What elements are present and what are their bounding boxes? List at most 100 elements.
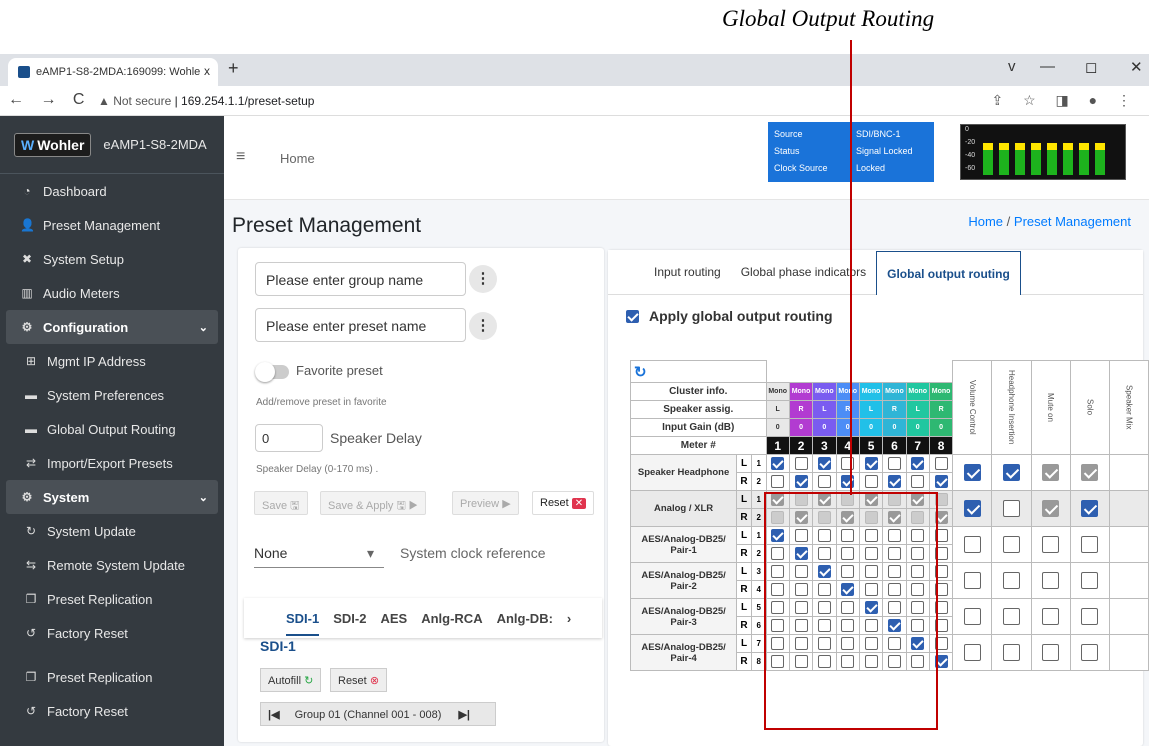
side-checkbox[interactable] (1003, 500, 1021, 517)
route-cell[interactable] (788, 598, 814, 617)
hamburger-icon[interactable]: ≡ (236, 148, 245, 166)
route-checkbox[interactable] (817, 565, 831, 578)
route-cell[interactable] (882, 454, 907, 473)
route-cell[interactable] (905, 598, 930, 617)
route-checkbox[interactable] (934, 547, 948, 560)
route-checkbox[interactable] (817, 511, 831, 524)
route-cell[interactable] (882, 580, 907, 599)
preset-menu-button[interactable]: ⋮ (469, 312, 497, 340)
route-cell[interactable] (858, 598, 884, 617)
tabs-next-icon[interactable]: › (567, 611, 571, 626)
url-field[interactable]: ▲ Not secure | 169.254.1.1/preset-setup (98, 94, 314, 108)
route-cell[interactable] (788, 562, 814, 581)
route-cell[interactable] (905, 508, 930, 527)
route-checkbox[interactable] (771, 475, 785, 488)
tab-input-routing[interactable]: Input routing (644, 265, 731, 279)
brand[interactable]: W Wohler eAMP1-S8-2MDA (0, 116, 224, 174)
route-checkbox[interactable] (817, 457, 831, 470)
route-checkbox[interactable] (794, 583, 808, 596)
chevron-down-icon[interactable]: ⌄ (199, 321, 208, 334)
route-checkbox[interactable] (817, 619, 831, 632)
route-cell[interactable] (835, 526, 860, 545)
route-cell[interactable] (858, 544, 884, 563)
route-cell[interactable] (812, 562, 837, 581)
side-cell[interactable] (952, 562, 993, 599)
route-checkbox[interactable] (794, 493, 808, 506)
route-checkbox[interactable] (794, 655, 808, 668)
sidebar-item-preset-replication[interactable]: ❐ Preset Replication (6, 660, 218, 694)
route-checkbox[interactable] (841, 511, 855, 524)
side-cell[interactable] (991, 526, 1032, 563)
route-cell[interactable] (765, 634, 790, 653)
route-checkbox[interactable] (934, 583, 948, 596)
route-checkbox[interactable] (771, 511, 785, 524)
route-checkbox[interactable] (771, 493, 785, 506)
route-cell[interactable] (905, 634, 930, 653)
route-cell[interactable] (858, 616, 884, 635)
route-cell[interactable] (858, 526, 884, 545)
route-checkbox[interactable] (794, 457, 808, 470)
route-cell[interactable] (765, 472, 790, 491)
side-cell[interactable] (952, 598, 993, 635)
route-cell[interactable] (812, 634, 837, 653)
route-cell[interactable] (765, 580, 790, 599)
route-checkbox[interactable] (887, 475, 901, 488)
route-checkbox[interactable] (864, 601, 878, 614)
route-cell[interactable] (882, 472, 907, 491)
route-cell[interactable] (765, 454, 790, 473)
route-checkbox[interactable] (771, 457, 785, 470)
route-checkbox[interactable] (771, 583, 785, 596)
side-cell[interactable] (991, 634, 1032, 671)
side-checkbox[interactable] (963, 608, 981, 625)
route-checkbox[interactable] (841, 601, 855, 614)
favorite-toggle[interactable] (255, 362, 289, 382)
nav-buttons[interactable]: ← → C (8, 91, 90, 109)
route-cell[interactable] (788, 616, 814, 635)
route-checkbox[interactable] (864, 655, 878, 668)
side-checkbox[interactable] (963, 464, 981, 481)
route-cell[interactable] (835, 454, 860, 473)
sidebar-item-preset-replication[interactable]: ❐ Preset Replication (6, 582, 218, 616)
route-cell[interactable] (858, 562, 884, 581)
save-button[interactable]: Save 🖫 (254, 491, 308, 515)
side-cell[interactable] (1069, 562, 1110, 599)
route-checkbox[interactable] (911, 493, 925, 506)
tab-sdi-2[interactable]: SDI-2 (333, 611, 366, 626)
route-checkbox[interactable] (841, 583, 855, 596)
route-checkbox[interactable] (817, 547, 831, 560)
route-cell[interactable] (765, 562, 790, 581)
side-cell[interactable] (1030, 490, 1071, 527)
side-cell[interactable] (991, 598, 1032, 635)
route-cell[interactable] (812, 598, 837, 617)
route-checkbox[interactable] (864, 475, 878, 488)
tab-aes[interactable]: AES (380, 611, 407, 626)
browser-tools[interactable]: ⇪ ☆ ◨ ● ⋮ (991, 92, 1139, 109)
side-cell[interactable] (952, 490, 993, 527)
tab-anlg-rca[interactable]: Anlg-RCA (421, 611, 482, 626)
route-cell[interactable] (812, 526, 837, 545)
route-checkbox[interactable] (817, 655, 831, 668)
breadcrumb-home[interactable]: Home (968, 214, 1003, 229)
route-checkbox[interactable] (911, 601, 925, 614)
route-checkbox[interactable] (864, 493, 878, 506)
side-cell[interactable] (991, 562, 1032, 599)
route-cell[interactable] (882, 508, 907, 527)
side-checkbox[interactable] (1042, 644, 1060, 661)
route-cell[interactable] (928, 508, 954, 527)
route-cell[interactable] (835, 616, 860, 635)
route-checkbox[interactable] (934, 475, 948, 488)
side-checkbox[interactable] (963, 536, 981, 553)
route-checkbox[interactable] (841, 493, 855, 506)
route-cell[interactable] (788, 472, 814, 491)
route-cell[interactable] (812, 454, 837, 473)
route-cell[interactable] (905, 616, 930, 635)
side-checkbox[interactable] (1081, 500, 1099, 517)
route-cell[interactable] (835, 580, 860, 599)
sidebar-item-preset-management[interactable]: 👤 Preset Management (6, 208, 218, 242)
sidebar-item-dashboard[interactable]: ◔ Dashboard (6, 174, 218, 208)
tab-search-icon[interactable]: v (1008, 58, 1016, 75)
route-cell[interactable] (788, 508, 814, 527)
route-cell[interactable] (812, 490, 837, 509)
side-checkbox[interactable] (1042, 536, 1060, 553)
route-cell[interactable] (882, 562, 907, 581)
